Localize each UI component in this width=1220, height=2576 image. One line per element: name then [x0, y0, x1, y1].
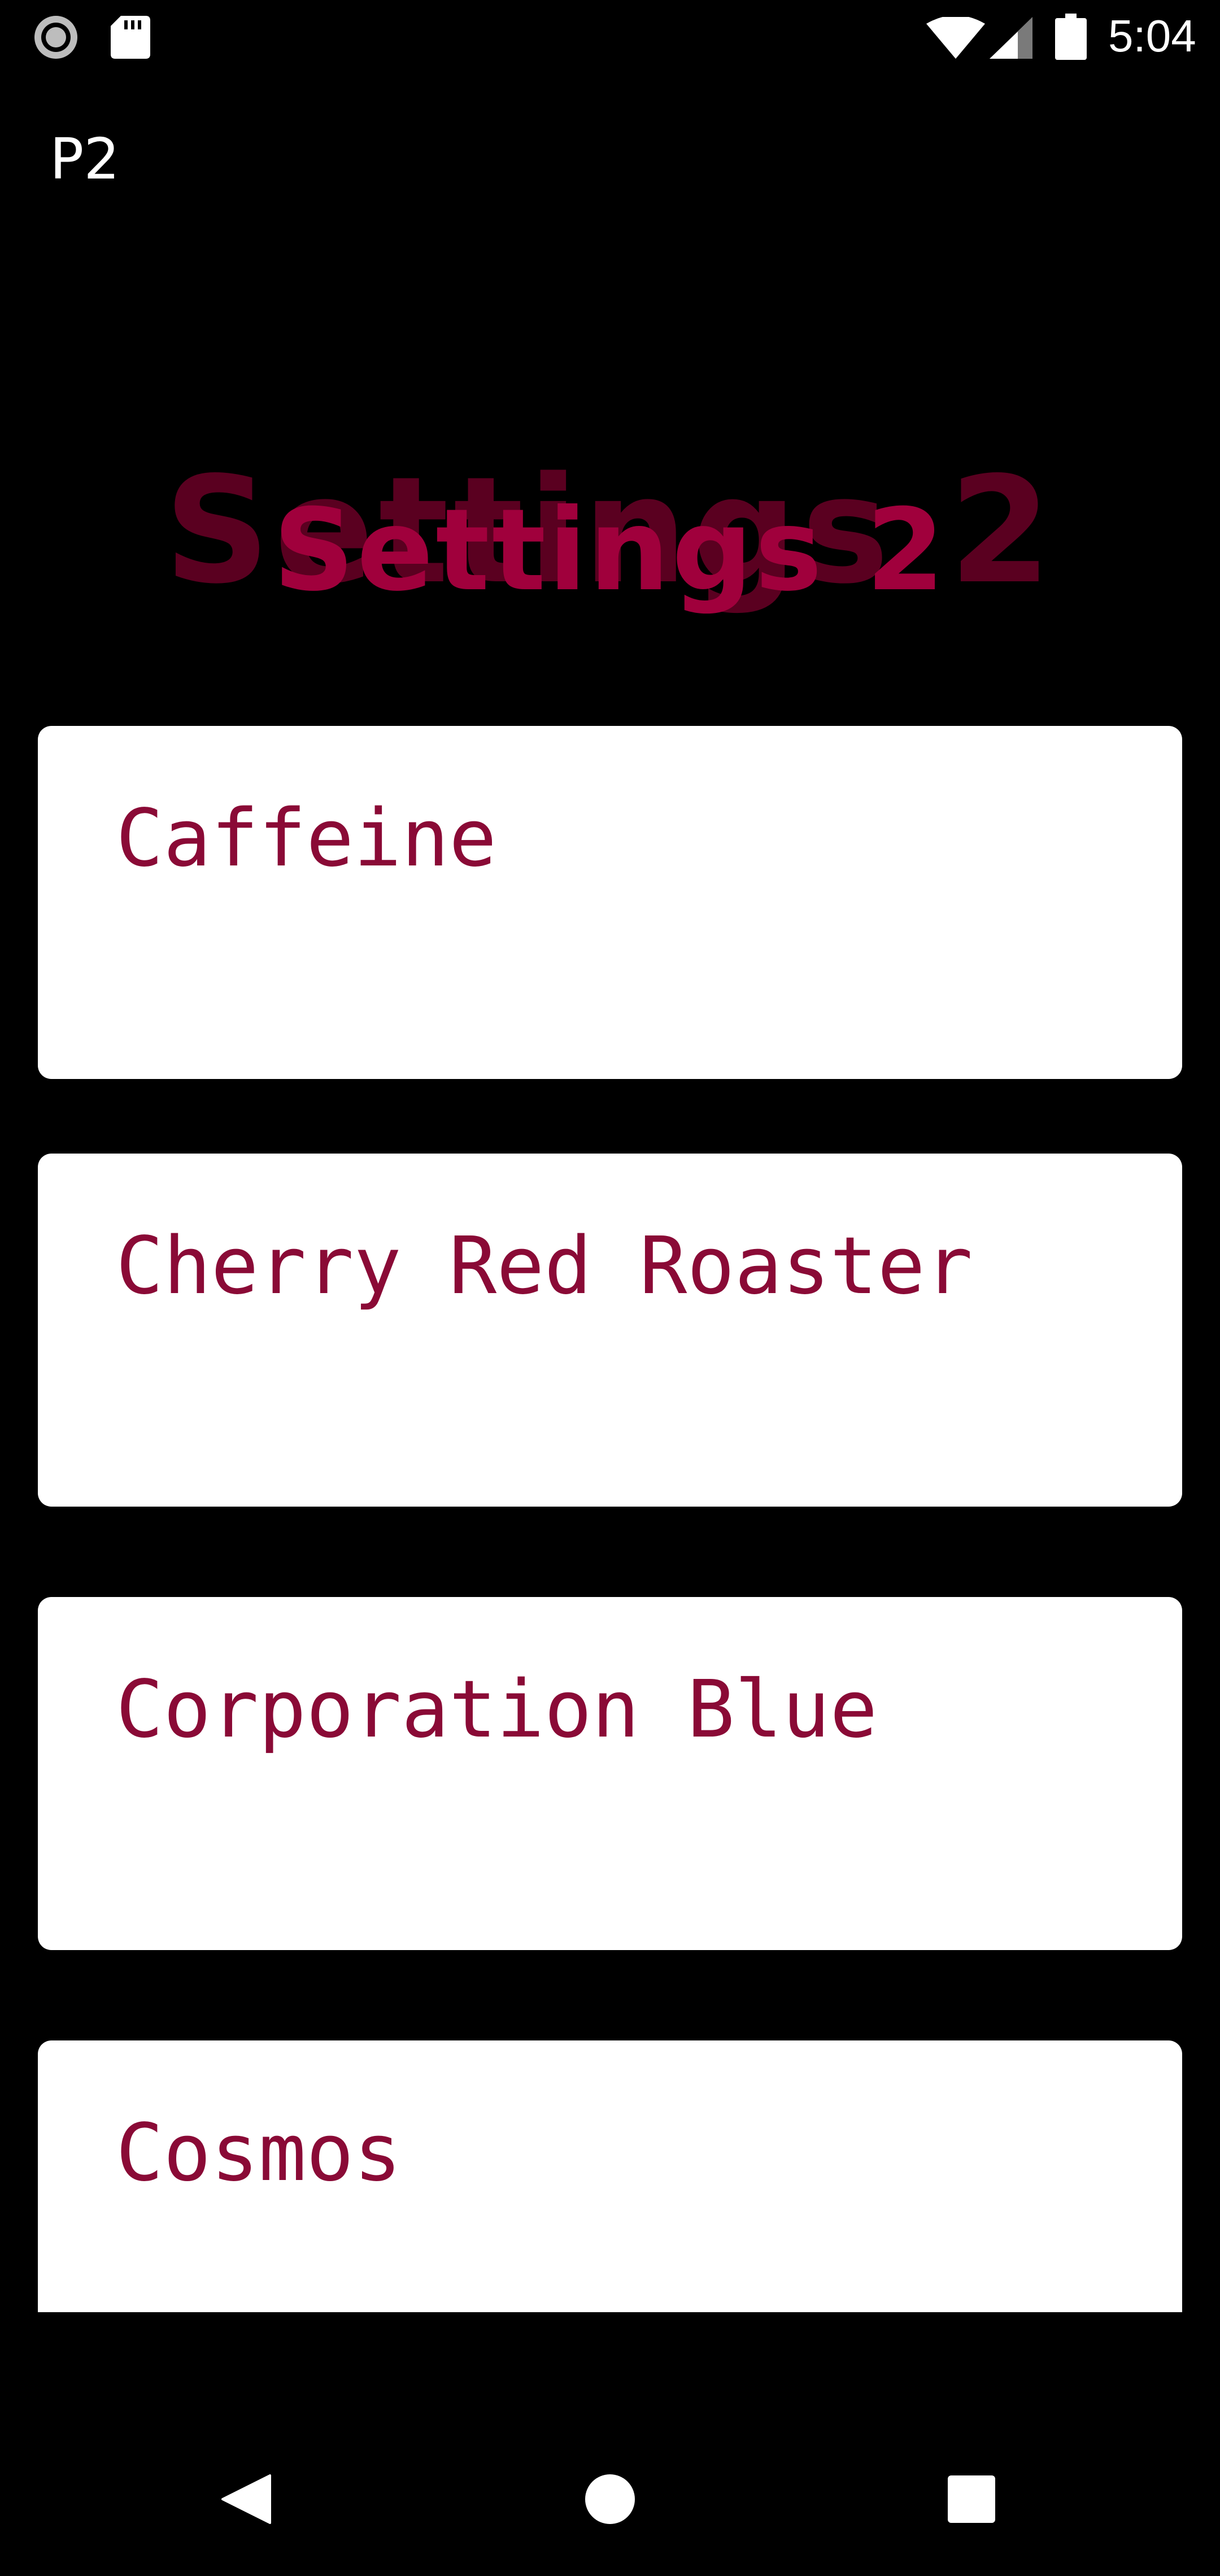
battery-icon	[1055, 14, 1087, 60]
list-item-corporation-blue[interactable]: Corporation Blue	[38, 1597, 1182, 1950]
page-heading: Settings 2 Settings 2	[0, 441, 1220, 627]
cell-signal-icon	[990, 17, 1032, 59]
list-item-label: Caffeine	[116, 793, 497, 885]
list-item-caffeine[interactable]: Caffeine	[38, 726, 1182, 1079]
app-title: P2	[50, 126, 120, 192]
record-icon	[34, 16, 77, 59]
list-item-label: Cosmos	[116, 2107, 402, 2199]
wifi-icon	[926, 17, 985, 59]
heading-text: Settings 2	[273, 485, 947, 616]
sd-card-icon	[111, 16, 150, 59]
status-clock: 5:04	[1108, 11, 1196, 61]
list-item-label: Cherry Red Roaster	[116, 1220, 973, 1312]
recents-icon[interactable]	[947, 2474, 996, 2524]
settings-list[interactable]: Caffeine Cherry Red Roaster Corporation …	[38, 726, 1182, 2312]
phone-screen: 5:04 P2 Settings 2 Settings 2 Caffeine C…	[0, 0, 1220, 2576]
navigation-bar	[0, 2429, 1220, 2576]
list-item-cherry-red-roaster[interactable]: Cherry Red Roaster	[38, 1154, 1182, 1507]
list-item-cosmos[interactable]: Cosmos	[38, 2040, 1182, 2312]
back-icon[interactable]	[219, 2472, 273, 2526]
home-icon[interactable]	[583, 2472, 637, 2526]
list-item-label: Corporation Blue	[116, 1664, 878, 1756]
status-bar: 5:04	[0, 0, 1220, 73]
